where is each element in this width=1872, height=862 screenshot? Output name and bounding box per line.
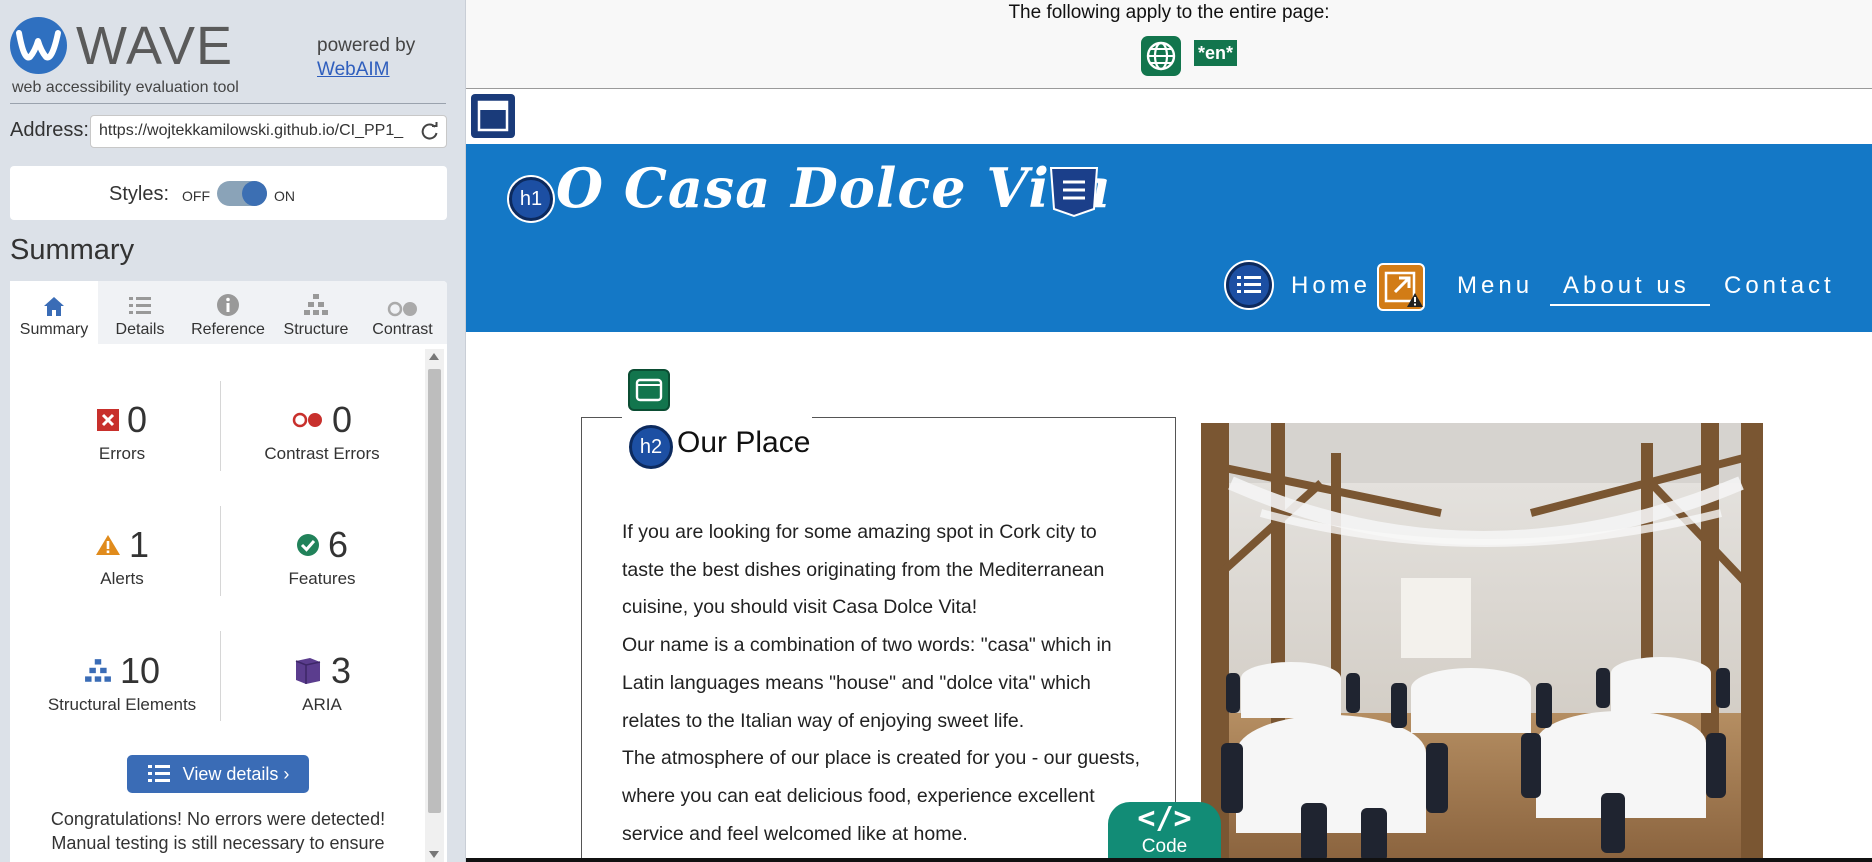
paragraph: The atmosphere of our place is created f… [622, 747, 1141, 845]
page-level-note: The following apply to the entire page: [1008, 2, 1330, 23]
our-place-card: h2 Our Place If you are looking for some… [581, 416, 1176, 862]
panel-scrollbar[interactable] [425, 349, 444, 862]
congrats-message: Congratulations! No errors were detected… [50, 809, 386, 853]
brand-name: WAVE [76, 16, 234, 76]
h2-badge[interactable]: h2 [629, 425, 673, 469]
tab-summary[interactable]: Summary [10, 281, 98, 344]
stat-errors[interactable]: 0 Errors [22, 399, 222, 464]
toggle-knob [242, 181, 267, 206]
powered-by: powered by WebAIM [317, 34, 415, 82]
section-heading: Our Place [677, 426, 811, 459]
aria-label-icon[interactable] [1048, 165, 1100, 219]
stat-contrast-errors[interactable]: 0 Contrast Errors [222, 399, 422, 464]
contrast-icon [387, 301, 417, 317]
stat-features[interactable]: 6 Features [222, 524, 422, 589]
nav-link-contact[interactable]: Contact [1724, 272, 1835, 300]
h1-badge[interactable]: h1 [509, 177, 553, 221]
list-icon [129, 297, 151, 314]
alert-icon [95, 535, 120, 555]
paragraph: If you are looking for some amazing spot… [622, 521, 1105, 619]
tab-details[interactable]: Details [98, 281, 182, 344]
divider [10, 103, 446, 104]
home-icon [44, 297, 64, 316]
stat-alerts[interactable]: 1 Alerts [22, 524, 222, 589]
view-details-label: View details › [182, 763, 290, 784]
styles-toggle-box: Styles: OFF ON [10, 166, 447, 220]
address-label: Address: [10, 119, 89, 141]
scroll-down-icon[interactable] [429, 851, 439, 858]
code-icon: </> [1137, 801, 1192, 836]
address-input[interactable]: https://wojtekkamilowski.github.io/CI_PP… [90, 115, 447, 148]
page-level-icons-bar: The following apply to the entire page: … [466, 0, 1872, 89]
wave-sidebar: WAVE web accessibility evaluation tool p… [0, 0, 466, 862]
paragraph: Our name is a combination of two words: … [622, 634, 1112, 732]
info-icon [217, 294, 239, 316]
divider [220, 506, 221, 596]
contrast-error-icon [292, 412, 322, 428]
stat-aria[interactable]: 3 ARIA [222, 650, 422, 715]
divider [220, 381, 221, 471]
stat-structural-elements[interactable]: 10 Structural Elements [22, 650, 222, 715]
tab-reference[interactable]: Reference [182, 281, 274, 344]
aria-icon [295, 658, 321, 684]
brand-tagline: web accessibility evaluation tool [12, 79, 239, 96]
styles-toggle[interactable] [217, 181, 267, 206]
restaurant-interior-photo [1201, 423, 1763, 862]
active-nav-underline [1550, 304, 1710, 306]
list-structure-icon[interactable] [1226, 262, 1272, 308]
code-label: Code [1141, 836, 1188, 857]
structure-icon [85, 659, 111, 682]
view-details-button[interactable]: View details › [127, 755, 309, 793]
list-icon [147, 765, 170, 782]
webaim-link[interactable]: WebAIM [317, 58, 415, 82]
code-toggle-button[interactable]: </> Code [1108, 802, 1221, 862]
summary-heading: Summary [10, 234, 135, 266]
styles-off-label: OFF [182, 188, 210, 204]
styles-label: Styles: [109, 183, 170, 205]
site-header: h1 O Casa Dolce Vita Home Menu About us … [466, 144, 1872, 332]
tab-bar: Summary Details Reference Structure Cont… [10, 281, 447, 344]
redundant-link-alert-icon[interactable] [1377, 263, 1425, 311]
error-icon [96, 409, 119, 431]
nav-link-home[interactable]: Home [1291, 272, 1371, 300]
structure-icon [304, 294, 328, 315]
window-bottom-edge [466, 858, 1872, 862]
section-body: If you are looking for some amazing spot… [622, 514, 1142, 853]
styles-on-label: ON [274, 188, 295, 204]
divider [220, 631, 221, 721]
language-badge[interactable]: *en* [1194, 40, 1238, 66]
nav-link-menu[interactable]: Menu [1457, 272, 1533, 300]
wave-logo-icon[interactable] [10, 17, 67, 74]
scroll-thumb[interactable] [428, 369, 441, 813]
tab-structure[interactable]: Structure [274, 281, 358, 344]
nav-link-about[interactable]: About us [1563, 272, 1690, 300]
header-region-icon[interactable] [471, 94, 515, 138]
summary-panel: Summary Details Reference Structure Cont… [10, 281, 447, 862]
globe-icon[interactable] [1141, 36, 1181, 76]
feature-icon [296, 534, 319, 556]
tab-contrast[interactable]: Contrast [358, 281, 447, 344]
site-title[interactable]: O Casa Dolce Vita [556, 156, 1112, 220]
reload-icon[interactable] [420, 121, 440, 141]
section-region-icon[interactable] [628, 369, 670, 411]
powered-by-text: powered by [317, 35, 416, 56]
scroll-up-icon[interactable] [429, 353, 439, 360]
